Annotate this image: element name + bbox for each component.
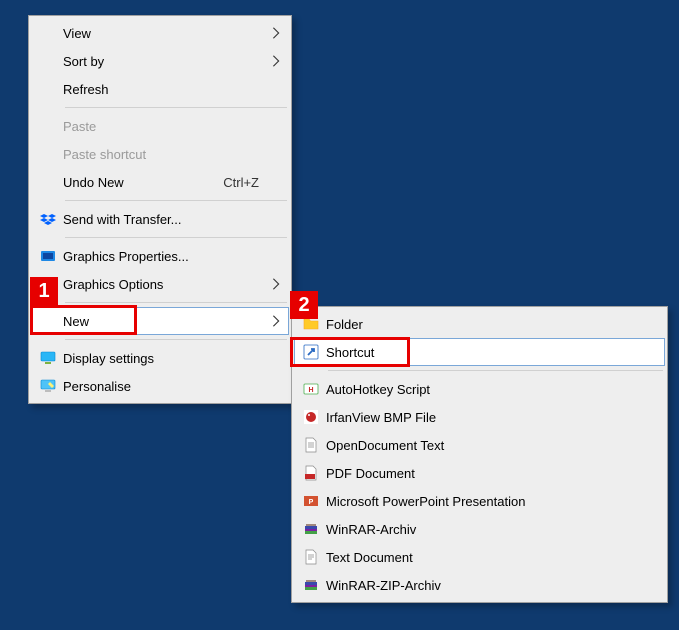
annotation-marker-1: 1: [30, 277, 58, 305]
intel-graphics-icon: [37, 248, 59, 264]
pdf-icon: [300, 465, 322, 481]
menu-accelerator: Ctrl+Z: [213, 175, 269, 190]
submenu-arrow-icon: [269, 25, 283, 41]
submenu-item-winrar-zip[interactable]: WinRAR-ZIP-Archiv: [294, 571, 665, 599]
menu-label: Shortcut: [322, 345, 659, 360]
winrar-zip-icon: [300, 577, 322, 593]
menu-label: WinRAR-Archiv: [322, 522, 659, 537]
menu-label: Graphics Properties...: [59, 249, 269, 264]
submenu-item-irfanview-bmp[interactable]: IrfanView BMP File: [294, 403, 665, 431]
menu-label: Text Document: [322, 550, 659, 565]
new-submenu: Folder Shortcut H AutoHotkey Script: [291, 306, 668, 603]
menu-separator: [65, 237, 287, 238]
menu-label: IrfanView BMP File: [322, 410, 659, 425]
menu-item-new[interactable]: New: [31, 307, 289, 335]
menu-item-paste-shortcut: Paste shortcut: [31, 140, 289, 168]
submenu-item-folder[interactable]: Folder: [294, 310, 665, 338]
menu-item-send-with-transfer[interactable]: Send with Transfer...: [31, 205, 289, 233]
menu-label: AutoHotkey Script: [322, 382, 659, 397]
menu-separator: [65, 200, 287, 201]
menu-label: OpenDocument Text: [322, 438, 659, 453]
shortcut-icon: [300, 344, 322, 360]
menu-item-graphics-options[interactable]: Graphics Options: [31, 270, 289, 298]
menu-label: Paste shortcut: [59, 147, 269, 162]
powerpoint-icon: P: [300, 493, 322, 509]
desktop-context-menu: View Sort by Refresh Paste Paste shortcu…: [28, 15, 292, 404]
dropbox-icon: [37, 211, 59, 227]
menu-item-view[interactable]: View: [31, 19, 289, 47]
menu-label: View: [59, 26, 269, 41]
menu-label: Sort by: [59, 54, 269, 69]
submenu-item-autohotkey[interactable]: H AutoHotkey Script: [294, 375, 665, 403]
winrar-icon: [300, 521, 322, 537]
annotation-number: 1: [38, 280, 49, 303]
irfanview-icon: [300, 409, 322, 425]
menu-item-personalise[interactable]: Personalise: [31, 372, 289, 400]
menu-label: Paste: [59, 119, 269, 134]
annotation-marker-2: 2: [290, 291, 318, 319]
submenu-item-winrar-archiv[interactable]: WinRAR-Archiv: [294, 515, 665, 543]
menu-label: Personalise: [59, 379, 269, 394]
menu-label: Microsoft PowerPoint Presentation: [322, 494, 659, 509]
menu-separator: [65, 107, 287, 108]
svg-text:P: P: [309, 499, 314, 506]
submenu-item-shortcut[interactable]: Shortcut: [294, 338, 665, 366]
menu-label: Send with Transfer...: [59, 212, 269, 227]
submenu-arrow-icon: [269, 53, 283, 69]
text-document-icon: [300, 549, 322, 565]
menu-item-undo-new[interactable]: Undo New Ctrl+Z: [31, 168, 289, 196]
submenu-arrow-icon: [269, 313, 283, 329]
menu-label: Display settings: [59, 351, 269, 366]
menu-label: Folder: [322, 317, 659, 332]
submenu-arrow-icon: [269, 276, 283, 292]
menu-item-refresh[interactable]: Refresh: [31, 75, 289, 103]
menu-label: Undo New: [59, 175, 213, 190]
document-icon: [300, 437, 322, 453]
menu-item-sort-by[interactable]: Sort by: [31, 47, 289, 75]
menu-label: Graphics Options: [59, 277, 269, 292]
autohotkey-icon: H: [300, 381, 322, 397]
annotation-number: 2: [298, 294, 309, 317]
submenu-item-pdf[interactable]: PDF Document: [294, 459, 665, 487]
personalise-icon: [37, 378, 59, 394]
svg-text:H: H: [308, 387, 313, 394]
submenu-item-powerpoint[interactable]: P Microsoft PowerPoint Presentation: [294, 487, 665, 515]
menu-label: New: [59, 314, 269, 329]
submenu-item-text-document[interactable]: Text Document: [294, 543, 665, 571]
menu-separator: [328, 370, 663, 371]
display-settings-icon: [37, 350, 59, 366]
menu-label: Refresh: [59, 82, 269, 97]
menu-label: WinRAR-ZIP-Archiv: [322, 578, 659, 593]
menu-separator: [65, 302, 287, 303]
menu-label: PDF Document: [322, 466, 659, 481]
menu-item-paste: Paste: [31, 112, 289, 140]
submenu-item-opendocument-text[interactable]: OpenDocument Text: [294, 431, 665, 459]
menu-item-display-settings[interactable]: Display settings: [31, 344, 289, 372]
menu-separator: [65, 339, 287, 340]
menu-item-graphics-properties[interactable]: Graphics Properties...: [31, 242, 289, 270]
